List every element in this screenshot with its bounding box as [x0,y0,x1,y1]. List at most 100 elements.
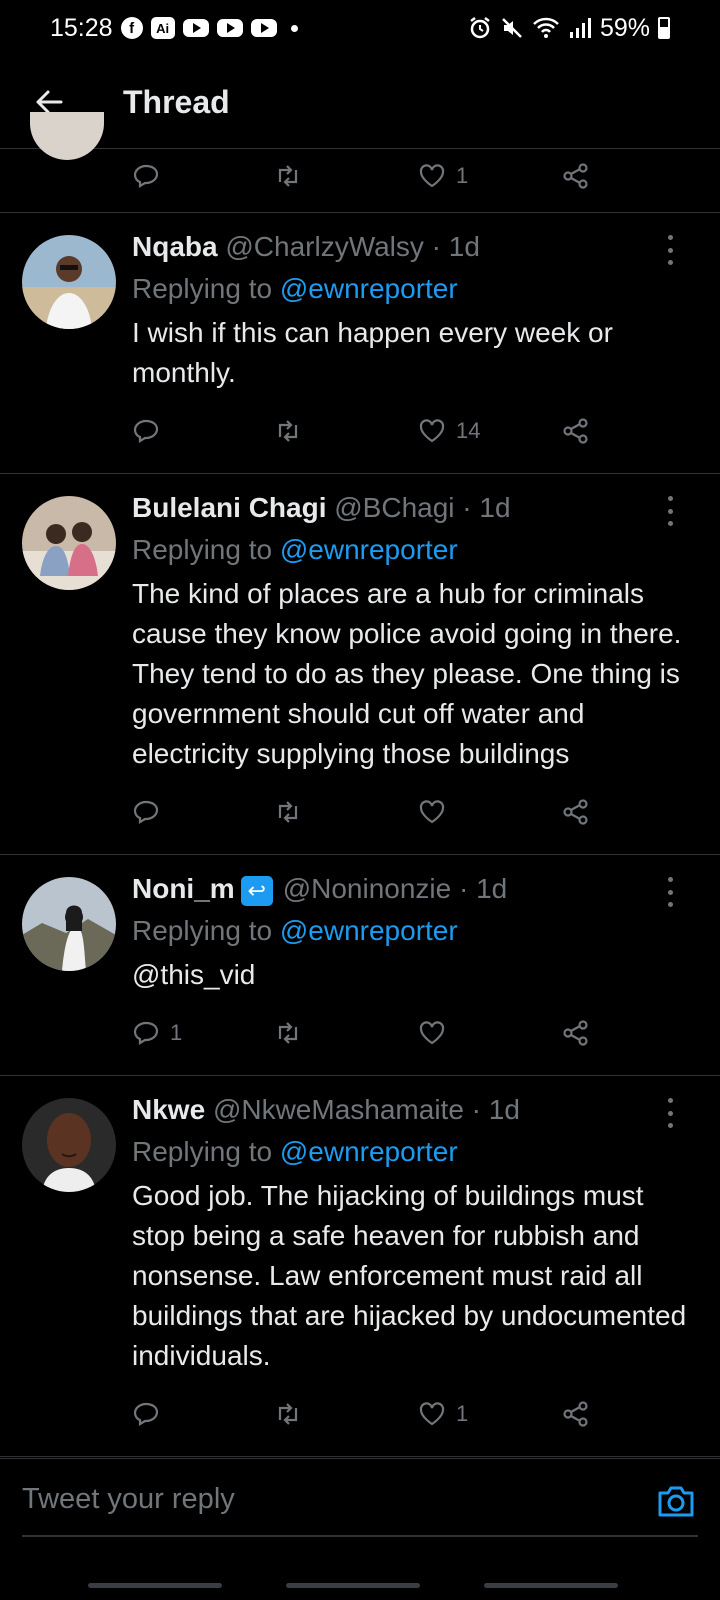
more-options-button[interactable] [664,235,676,265]
tweet-text: Good job. The hijacking of buildings mus… [132,1180,687,1371]
user-name[interactable]: Bulelani Chagi [132,492,326,523]
retweet-button[interactable] [274,1019,302,1047]
back-nav-button[interactable] [484,1583,618,1588]
alarm-icon [470,17,490,39]
user-name[interactable]: Nqaba [132,231,218,262]
share-button[interactable] [562,1019,590,1047]
like-button[interactable] [418,1019,456,1047]
thread-header: Thread [0,56,720,149]
retweet-icon [278,420,298,442]
user-handle[interactable]: @Noninonzie [283,873,452,904]
separator: · [462,492,472,523]
tweet-time: 1d [488,1094,520,1125]
share-icon [563,418,588,444]
page-title: Thread [123,83,230,120]
reply-icon [133,419,159,443]
user-name[interactable]: Nkwe [132,1094,205,1125]
youtube-icon [216,19,243,37]
ai-app-icon: Ai [150,17,175,39]
signal-icon [569,18,591,38]
like-button[interactable]: 1 [418,162,468,190]
retweet-button[interactable] [274,162,302,190]
user-handle[interactable]: @BChagi [334,492,454,523]
more-options-button[interactable] [664,1098,676,1128]
repost-badge-icon: ↩ [240,875,273,906]
retweet-button[interactable] [274,417,302,445]
avatar[interactable] [22,877,116,971]
retweet-icon [278,165,298,187]
replying-to-link[interactable]: @ewnreporter [280,915,458,946]
retweet-icon [278,1022,298,1044]
share-button[interactable] [562,798,590,826]
reply-input[interactable]: Tweet your reply [22,1483,235,1516]
heart-icon [419,419,445,443]
reply-button[interactable] [132,798,170,826]
share-icon [563,799,588,825]
wifi-icon [533,17,559,38]
share-icon [563,1020,588,1046]
like-count: 1 [456,1401,469,1426]
reply-icon [133,1021,159,1045]
more-options-button[interactable] [664,877,676,907]
youtube-icon [182,19,209,37]
reply-button[interactable] [132,417,170,445]
replying-prefix: Replying to [132,1136,273,1167]
share-button[interactable] [562,1400,590,1428]
heart-icon [419,164,445,188]
replying-prefix: Replying to [132,534,273,565]
replying-to: Replying to @ewnreporter [132,269,690,309]
more-notifications-icon [290,24,298,32]
replying-prefix: Replying to [132,915,273,946]
reply-button[interactable] [132,1400,170,1428]
avatar[interactable] [22,496,116,590]
like-button[interactable]: 14 [418,417,480,445]
separator: · [431,231,441,262]
like-button[interactable]: 1 [418,1400,468,1428]
retweet-icon [278,1403,298,1425]
tweet-item[interactable]: Nkwe @NkweMashamaite · 1d Replying to @e… [0,1076,720,1457]
tweet-partial[interactable]: 1 [0,112,720,213]
tweet-text[interactable]: @this_vid [132,955,690,995]
user-name[interactable]: Noni_m [132,873,235,904]
reply-composer: Tweet your reply [0,1458,720,1549]
replying-to: Replying to @ewnreporter [132,530,690,570]
battery-icon [658,17,670,39]
home-button[interactable] [286,1583,420,1588]
tweet-item[interactable]: Nqaba @CharlzyWalsy · 1d Replying to @ew… [0,213,720,474]
mute-icon [502,18,522,38]
heart-icon [419,1402,445,1426]
reply-icon [133,164,159,188]
tweet-text: I wish if this can happen every week or … [132,317,613,388]
camera-icon[interactable] [656,1481,696,1521]
reply-count: 1 [170,1020,183,1045]
tweet-text: The kind of places are a hub for crimina… [132,578,682,769]
recent-apps-button[interactable] [88,1583,222,1588]
facebook-icon: f [120,17,143,39]
user-handle[interactable]: @CharlzyWalsy [225,231,424,262]
tweet-item[interactable]: Bulelani Chagi @BChagi · 1d Replying to … [0,474,720,855]
heart-icon [419,1021,445,1045]
retweet-button[interactable] [274,798,302,826]
replying-to-link[interactable]: @ewnreporter [280,273,458,304]
separator: · [471,1094,481,1125]
separator: · [459,873,469,904]
replying-to-link[interactable]: @ewnreporter [280,1136,458,1167]
tweet-item[interactable]: Noni_m ↩ @Noninonzie · 1d Replying to @ewn… [0,855,720,1076]
youtube-icon [250,19,277,37]
replying-prefix: Replying to [132,273,273,304]
like-button[interactable] [418,798,456,826]
reply-button[interactable]: 1 [132,1019,182,1047]
share-button[interactable] [562,417,590,445]
replying-to: Replying to @ewnreporter [132,911,690,951]
more-options-button[interactable] [664,496,676,526]
avatar[interactable] [22,235,116,329]
tweet-time: 1d [448,231,480,262]
tweet-time: 1d [479,492,511,523]
replying-to-link[interactable]: @ewnreporter [280,534,458,565]
reply-button[interactable] [132,162,160,190]
share-button[interactable] [562,162,590,190]
retweet-button[interactable] [274,1400,302,1428]
avatar[interactable] [22,1098,116,1192]
user-handle[interactable]: @NkweMashamaite [213,1094,464,1125]
system-nav-bar [0,1560,720,1600]
